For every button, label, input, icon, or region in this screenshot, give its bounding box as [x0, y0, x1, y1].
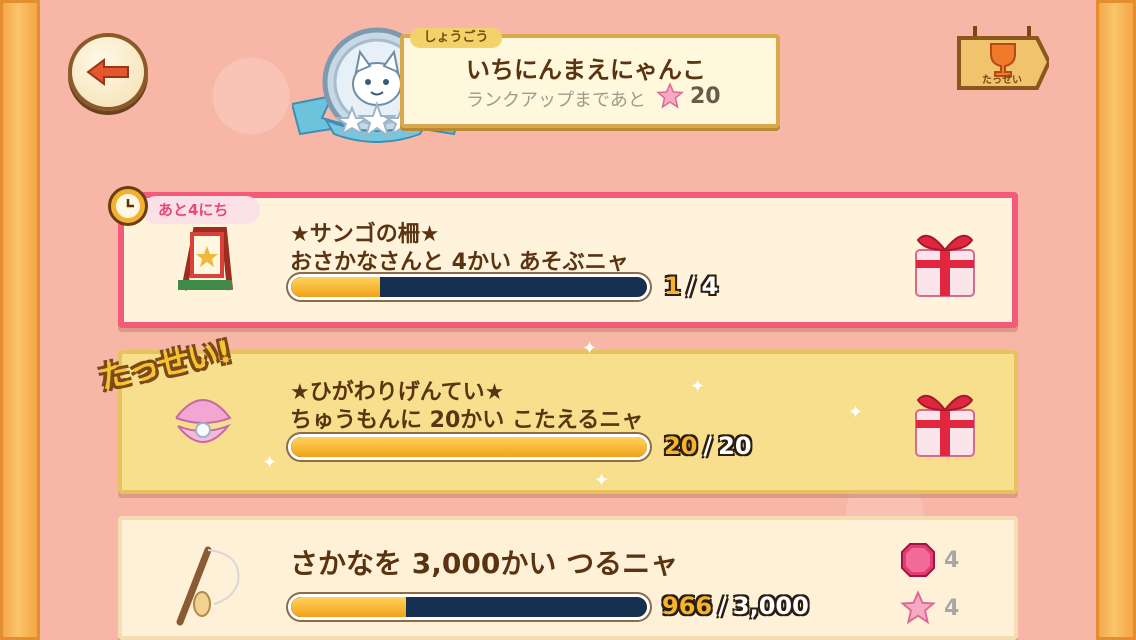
reward-star-value: 4 — [944, 595, 960, 621]
sparkle-icon: ✦ — [582, 338, 598, 359]
mission-3-progress-bar — [288, 594, 650, 620]
mission-3-count: 966/3,000 — [662, 592, 809, 620]
mission-2-current: 20 — [664, 432, 698, 460]
reward-star: 4 — [900, 590, 959, 626]
rank-up-label: ランクアップまであと — [466, 90, 646, 111]
sparkle-icon: ✦ — [594, 470, 610, 491]
mission-1-description: おさかなさんと 4かい あそぶニャ — [290, 250, 629, 275]
sparkle-icon: ✦ — [262, 452, 278, 473]
mission-2-progress-fill — [291, 437, 647, 457]
mission-1-current: 1 — [664, 272, 681, 300]
mission-3-progress-fill — [291, 597, 406, 617]
sparkle-icon: ✦ — [690, 376, 706, 397]
mission-1-timer-text: あと4にち — [142, 196, 260, 224]
back-button[interactable] — [68, 33, 148, 111]
mission-2-progress-bar — [288, 434, 650, 460]
mission-1-count: 1/4 — [664, 272, 719, 300]
star-icon — [900, 590, 936, 625]
mission-1-progress-bar — [288, 274, 650, 300]
mission-3-description: さかなを 3,000かい つるニャ — [290, 547, 679, 580]
gift-icon[interactable] — [910, 226, 980, 298]
mission-2-count: 20/20 — [664, 432, 752, 460]
mission-3-total: 3,000 — [732, 592, 809, 620]
mission-1-progress-fill — [291, 277, 380, 297]
mission-2-total: 20 — [718, 432, 752, 460]
title-tag: しょうごう — [410, 28, 502, 48]
player-title: いちにんまえにゃんこ — [466, 56, 706, 84]
shell-icon — [175, 399, 232, 443]
achievement-label: たっせい — [982, 75, 1022, 86]
reward-gem-value: 4 — [944, 547, 960, 573]
gem-icon — [901, 543, 935, 577]
clock-icon — [108, 186, 148, 226]
coral-board-icon — [178, 227, 233, 291]
right-frame — [1096, 0, 1136, 640]
reward-gem: 4 — [900, 542, 959, 578]
mission-1-total: 4 — [701, 272, 719, 300]
gift-icon[interactable] — [910, 386, 980, 458]
back-arrow-icon — [86, 58, 129, 86]
sparkle-icon: ✦ — [848, 402, 864, 423]
pink-star-icon — [656, 82, 684, 109]
fishing-rod-icon — [176, 546, 240, 626]
rank-up-value: 20 — [690, 84, 721, 109]
left-frame — [0, 0, 40, 640]
mission-3-current: 966 — [662, 592, 713, 620]
mission-2-description: ちゅうもんに 20かい こたえるニャ — [290, 408, 644, 433]
